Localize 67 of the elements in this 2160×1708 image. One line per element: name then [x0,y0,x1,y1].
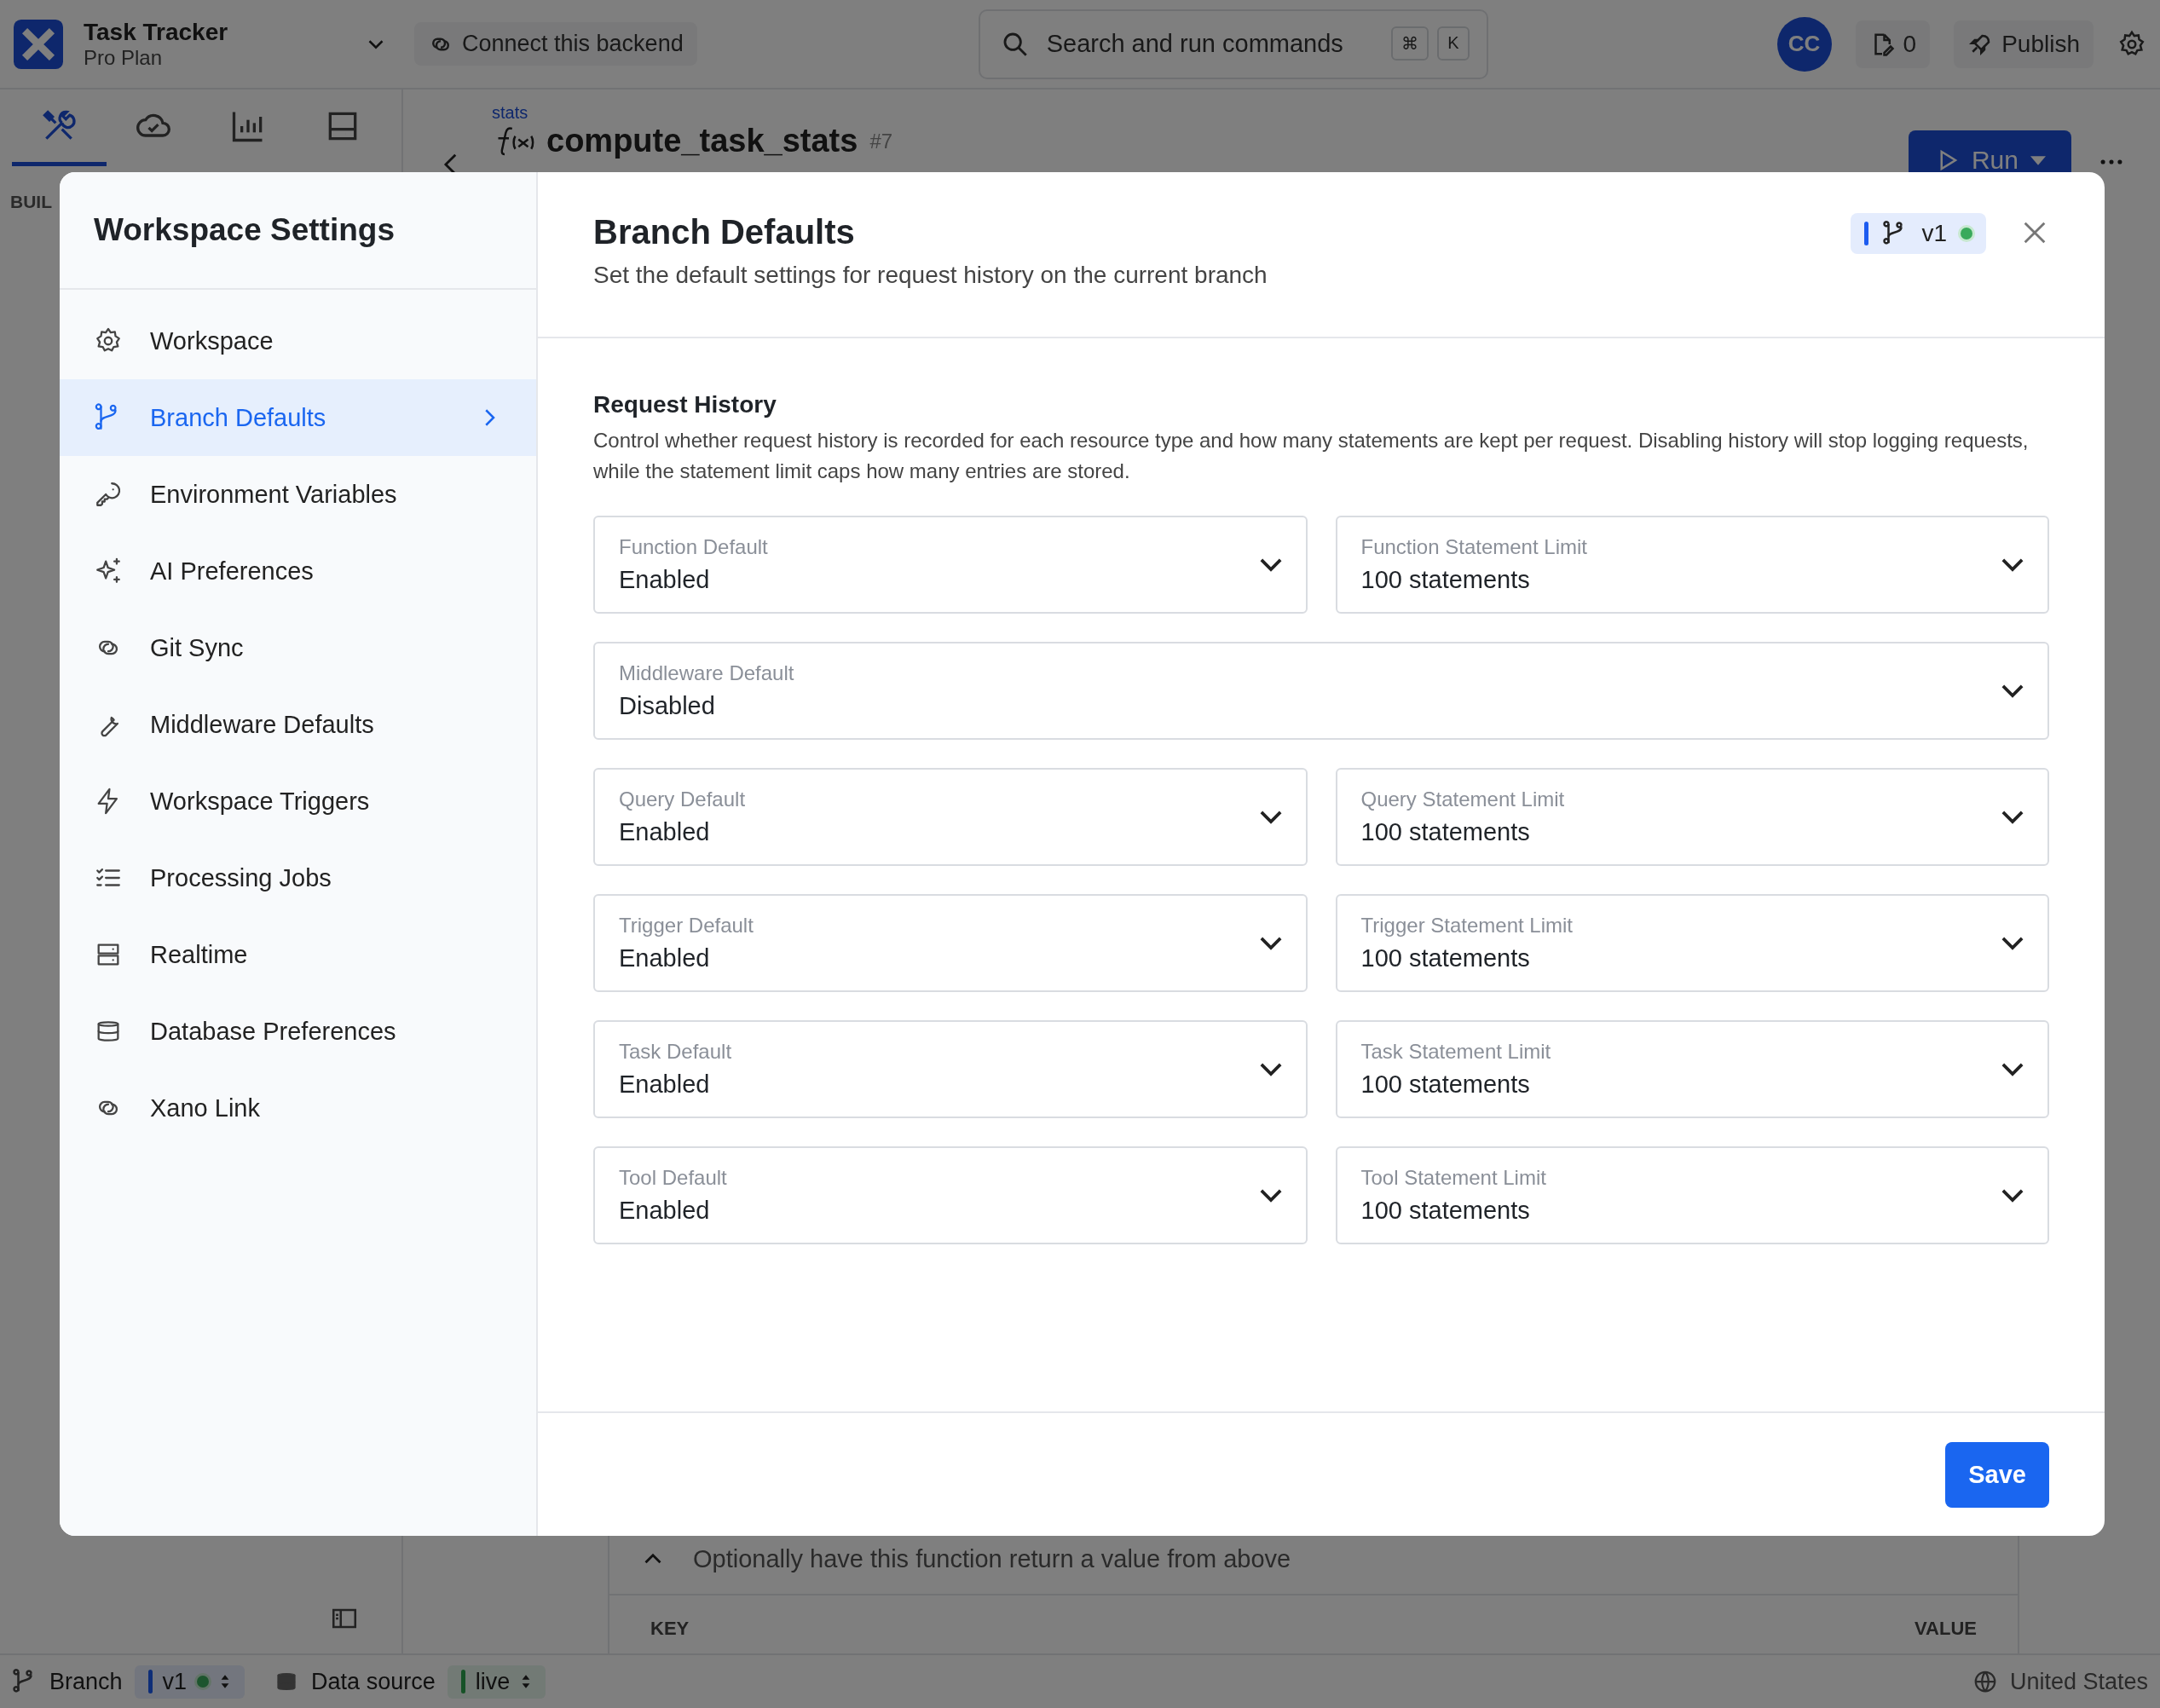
publish-button[interactable]: Publish [1954,20,2094,68]
nav-item[interactable]: Git Sync [60,609,536,686]
chevron-icon [2001,684,2024,697]
select-field[interactable]: Tool Statement Limit 100 statements [1335,1146,2049,1244]
nav-item[interactable]: Realtime [60,916,536,993]
nav-item[interactable]: Database Preferences [60,993,536,1070]
column-header: KEY [650,1618,690,1640]
drafts-button[interactable]: 0 [1855,20,1931,68]
chevron-icon [1259,937,1282,949]
nav-item[interactable]: Processing Jobs [60,840,536,916]
select-field[interactable]: Task Default Enabled [593,1020,1308,1118]
panel-subtitle: Set the default settings for request history on the current branch [593,262,1268,289]
region-label[interactable]: United States [2009,1668,2148,1695]
branch-label: Branch [49,1668,123,1695]
select-field[interactable]: Function Statement Limit 100 statements [1335,516,2049,614]
chevron-icon [1259,558,1282,571]
dialog-title: Workspace Settings [94,212,395,248]
select-field[interactable]: Function Default Enabled [593,516,1308,614]
nav-item[interactable]: AI Preferences [60,533,536,609]
accent-bar [147,1670,153,1694]
status-dot [1961,228,1972,239]
nav-item[interactable]: Environment Variables [60,456,536,533]
logo-icon [14,19,63,69]
chevron-icon [2001,811,2024,823]
shortcut-key: K [1437,26,1470,61]
branch-selector[interactable]: v1 [134,1665,245,1699]
response-description: Optionally have this function return a value from above [693,1544,1291,1573]
function-title: compute_task_stats [546,123,858,159]
select-field[interactable]: Query Default Enabled [593,768,1308,866]
branch-badge: v1 [1851,213,1986,254]
nav-item[interactable]: Workspace Triggers [60,763,536,840]
nav-item[interactable]: Middleware Defaults [60,686,536,763]
nav-item[interactable]: Branch Defaults [60,379,536,456]
data-source-selector[interactable]: live [447,1665,546,1699]
accent-bar [1864,222,1869,245]
chevron-icon [1259,1063,1282,1076]
accent-bar [460,1670,465,1694]
section-description: Control whether request history is recorded for each resource type and how many statements are kept per request. Disabling history will stop logging requests, while the statement limit caps how many entries are stored. [593,428,2030,484]
panel-title: Branch Defaults [593,213,856,251]
section-title: Request History [593,391,777,418]
select-field[interactable]: Task Statement Limit 100 statements [1335,1020,2049,1118]
select-field[interactable]: Middleware Default Disabled [593,642,2049,740]
data-source-label: Data source [311,1668,436,1695]
select-field[interactable]: Query Statement Limit 100 statements [1335,768,2049,866]
save-button[interactable]: Save [1945,1441,2049,1508]
chevron-icon [2001,937,2024,949]
nav-item[interactable]: Xano Link [60,1070,536,1146]
chevron-icon [2001,1189,2024,1202]
app-name: Task Tracker [84,18,229,46]
shortcut-key: ⌘ [1391,26,1429,61]
select-field[interactable]: Trigger Default Enabled [593,894,1308,992]
key-icon [94,480,123,509]
column-header: VALUE [1915,1618,1977,1640]
version-number: #7 [869,129,893,153]
select-field[interactable]: Tool Default Enabled [593,1146,1308,1244]
select-field[interactable]: Trigger Statement Limit 100 statements [1335,894,2049,992]
connect-button[interactable]: Connect this backend [414,22,697,66]
plan-label: Pro Plan [84,45,164,70]
section-label: BUIL [10,192,52,212]
chevron-icon [1259,811,1282,823]
chevron-icon [1259,1189,1282,1202]
caret-icon [2030,155,2046,165]
sparkle-icon [94,557,123,586]
nav-item[interactable]: Workspace [60,303,536,379]
chevron-icon [2001,558,2024,571]
status-dot [197,1676,210,1688]
chevron-icon [2001,1063,2024,1076]
